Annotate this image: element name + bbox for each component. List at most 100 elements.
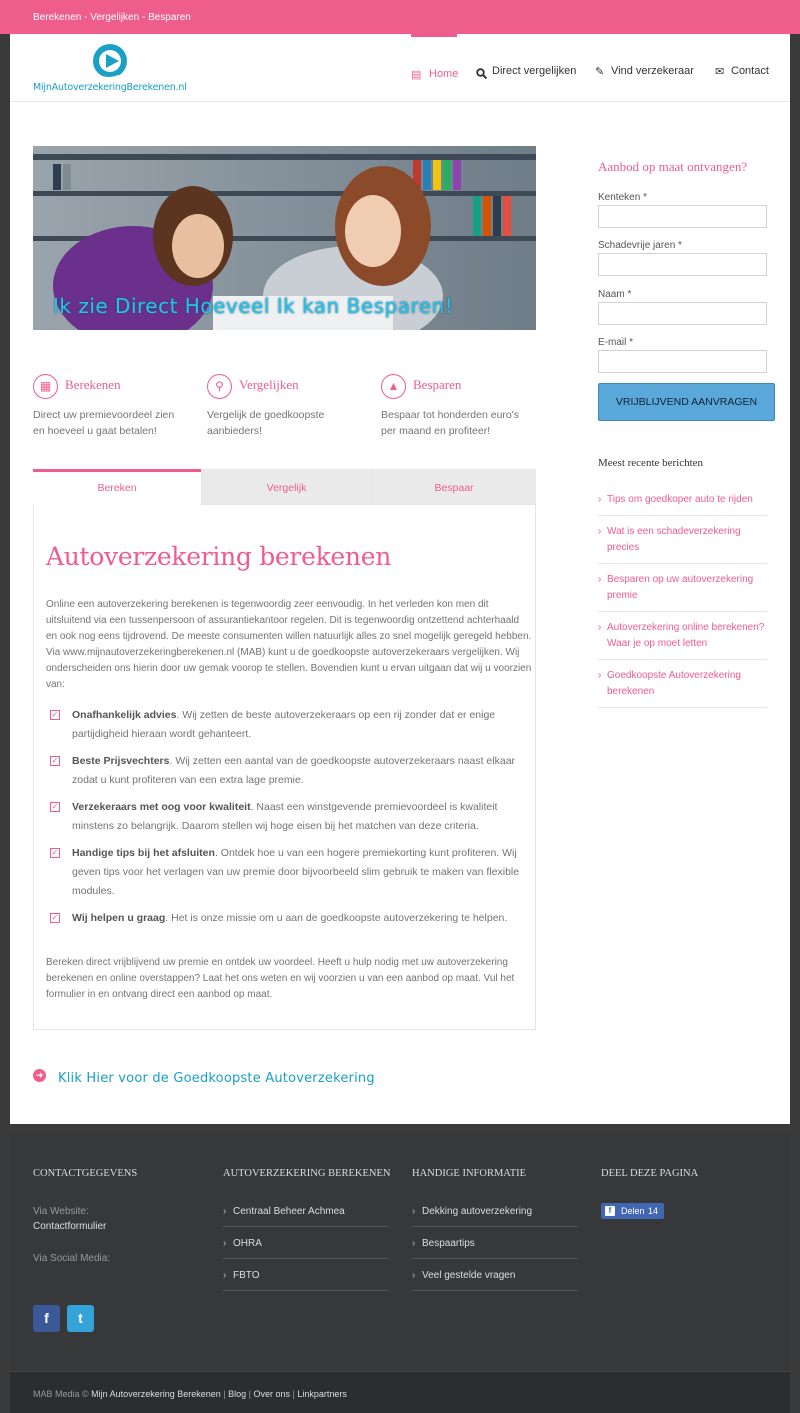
chevron-right-icon: › [412,1206,416,1217]
feature-title: Vergelijken [239,377,299,392]
feature-desc: Bespaar tot honderden euro's per maand e… [381,409,520,437]
search-icon [476,68,487,79]
nav-home[interactable]: ▤ Home [411,34,459,102]
kenteken-label: Kenteken * [598,192,647,203]
footer-link-text[interactable]: Veel gestelde vragen [422,1270,515,1281]
footer-link[interactable]: › FBTO [223,1259,389,1291]
recent-post-link[interactable]: › Tips om goedkoper auto te rijden [598,492,767,516]
hero-caption: Ik zie Direct Hoeveel Ik kan Besparen! [53,294,454,318]
schadevrije-jaren-field[interactable] [598,253,767,276]
check-icon: ✓ [50,802,60,812]
check-icon: ✓ [50,710,60,720]
footer-link[interactable]: › Bespaartips [412,1227,578,1259]
check-bold: Handige tips bij het afsluiten [72,847,215,859]
recent-post-title[interactable]: Besparen op uw autoverzekering premie [607,572,767,604]
check-text: . Het is onze missie om u aan de goedkoo… [165,912,508,924]
facebook-icon[interactable]: f [33,1305,60,1332]
recent-post-title[interactable]: Autoverzekering online berekenen? Waar j… [607,620,767,652]
tab-vergelijk[interactable]: Vergelijk [201,469,371,505]
recent-post-link[interactable]: › Besparen op uw autoverzekering premie [598,572,767,612]
share-label: Delen [621,1206,645,1216]
footer-link[interactable]: › Veel gestelde vragen [412,1259,578,1291]
facebook-icon: f [605,1206,615,1216]
chevron-right-icon: › [412,1238,416,1249]
website-label: Via Website: [33,1206,89,1217]
logo-text: MijnAutoverzekeringBerekenen.nl [33,82,187,93]
recent-post-title[interactable]: Tips om goedkoper auto te rijden [607,492,767,508]
naam-field[interactable] [598,302,767,325]
check-icon: ✓ [50,848,60,858]
contact-form-link[interactable]: Contactformulier [33,1221,106,1232]
submit-button[interactable]: Vrijblijvend aanvragen [598,383,775,421]
envelope-icon: ✉ [715,66,725,78]
footer-link-text[interactable]: FBTO [233,1270,259,1281]
facebook-share-button[interactable]: f Delen 14 [601,1203,664,1219]
tab-bereken[interactable]: Bereken [33,469,201,505]
tab-panel: Autoverzekering berekenen Online een aut… [33,504,536,1030]
feature-desc: Vergelijk de goedkoopste aanbieders! [207,409,325,437]
footer-link[interactable]: › Dekking autoverzekering [412,1195,578,1227]
copyright-link-over-ons[interactable]: Over ons [253,1389,290,1399]
panel-outro: Bereken direct vrijblijvend uw premie en… [46,957,515,1000]
nav-direct-vergelijken[interactable]: Direct vergelijken [476,34,586,102]
social-label: Via Social Media: [33,1253,111,1264]
email-field[interactable] [598,350,767,373]
hero-image: Ik zie Direct Hoeveel Ik kan Besparen! [33,146,536,330]
twitter-icon[interactable]: t [67,1305,94,1332]
footer-link[interactable]: › OHRA [223,1227,389,1259]
feature-desc: Direct uw premievoordeel zien en hoeveel… [33,409,175,437]
magnifier-icon: ⚲ [207,374,232,399]
recent-post-link[interactable]: › Wat is een schadeverzekering precies [598,524,767,564]
chevron-right-icon: › [598,622,602,633]
recent-post-title[interactable]: Goedkoopste Autoverzekering berekenen [607,668,767,700]
check-bold: Wij helpen u graag [72,912,166,924]
page-container: MijnAutoverzekeringBerekenen.nl ▤ Home D… [10,34,790,1124]
footer-heading: Autoverzekering berekenen [223,1168,391,1179]
chevron-right-icon: › [412,1270,416,1281]
footer-link-text[interactable]: Centraal Beheer Achmea [233,1206,345,1217]
copyright-link-home[interactable]: Mijn Autoverzekering Berekenen [91,1389,221,1399]
laptop-icon: ▤ [411,69,422,81]
schadevrije-jaren-label: Schadevrije jaren * [598,240,682,251]
kenteken-field[interactable] [598,205,767,228]
recent-post-link[interactable]: › Goedkoopste Autoverzekering berekenen [598,668,767,708]
recent-post-title[interactable]: Wat is een schadeverzekering precies [607,524,767,556]
top-bar: Berekenen - Vergelijken - Besparen [0,0,800,34]
feature-title: Besparen [413,377,462,392]
panel-title: Autoverzekering berekenen [46,542,392,571]
chevron-right-icon: › [223,1270,227,1281]
nav-vind-verzekeraar-label: Vind verzekeraar [611,65,694,77]
check-bold: Beste Prijsvechters [72,755,170,767]
nav-vind-verzekeraar[interactable]: ✎ Vind verzekeraar [595,34,695,102]
chevron-right-icon: › [598,670,602,681]
site-logo[interactable]: MijnAutoverzekeringBerekenen.nl [33,42,193,98]
chevron-right-icon: › [598,526,602,537]
nav-contact-label: Contact [731,65,769,77]
form-title: Aanbod op maat ontvangen? [598,159,748,174]
cta-text[interactable]: Klik Hier voor de Goedkoopste Autoverzek… [58,1071,375,1086]
tagline: Berekenen - Vergelijken - Besparen [33,12,191,23]
chevron-right-icon: › [598,574,602,585]
check-icon: ✓ [50,756,60,766]
footer-link-text[interactable]: OHRA [233,1238,262,1249]
tab-bespaar[interactable]: Bespaar [371,469,536,505]
nav-home-label: Home [429,68,459,80]
thumbs-up-icon: ▲ [381,374,406,399]
copyright-link-blog[interactable]: Blog [228,1389,246,1399]
footer-heading: Handige informatie [412,1168,527,1179]
footer-link-text[interactable]: Bespaartips [422,1238,475,1249]
content-tabs: Bereken Vergelijk Bespaar [33,469,536,505]
logo-icon [93,44,127,80]
check-bold: Onafhankelijk advies [72,709,177,721]
check-icon: ✓ [50,913,60,923]
recent-posts-title: Meest recente berichten [598,457,704,469]
building-icon: ▦ [33,374,58,399]
footer-heading: Deel deze pagina [601,1168,699,1179]
site-footer: Contactgegevens Via Website: Contactform… [10,1133,790,1370]
nav-contact[interactable]: ✉ Contact [715,34,775,102]
recent-post-link[interactable]: › Autoverzekering online berekenen? Waar… [598,620,767,660]
naam-label: Naam * [598,289,632,300]
copyright-link-linkpartners[interactable]: Linkpartners [297,1389,347,1399]
footer-link[interactable]: › Centraal Beheer Achmea [223,1195,389,1227]
footer-link-text[interactable]: Dekking autoverzekering [422,1206,532,1217]
